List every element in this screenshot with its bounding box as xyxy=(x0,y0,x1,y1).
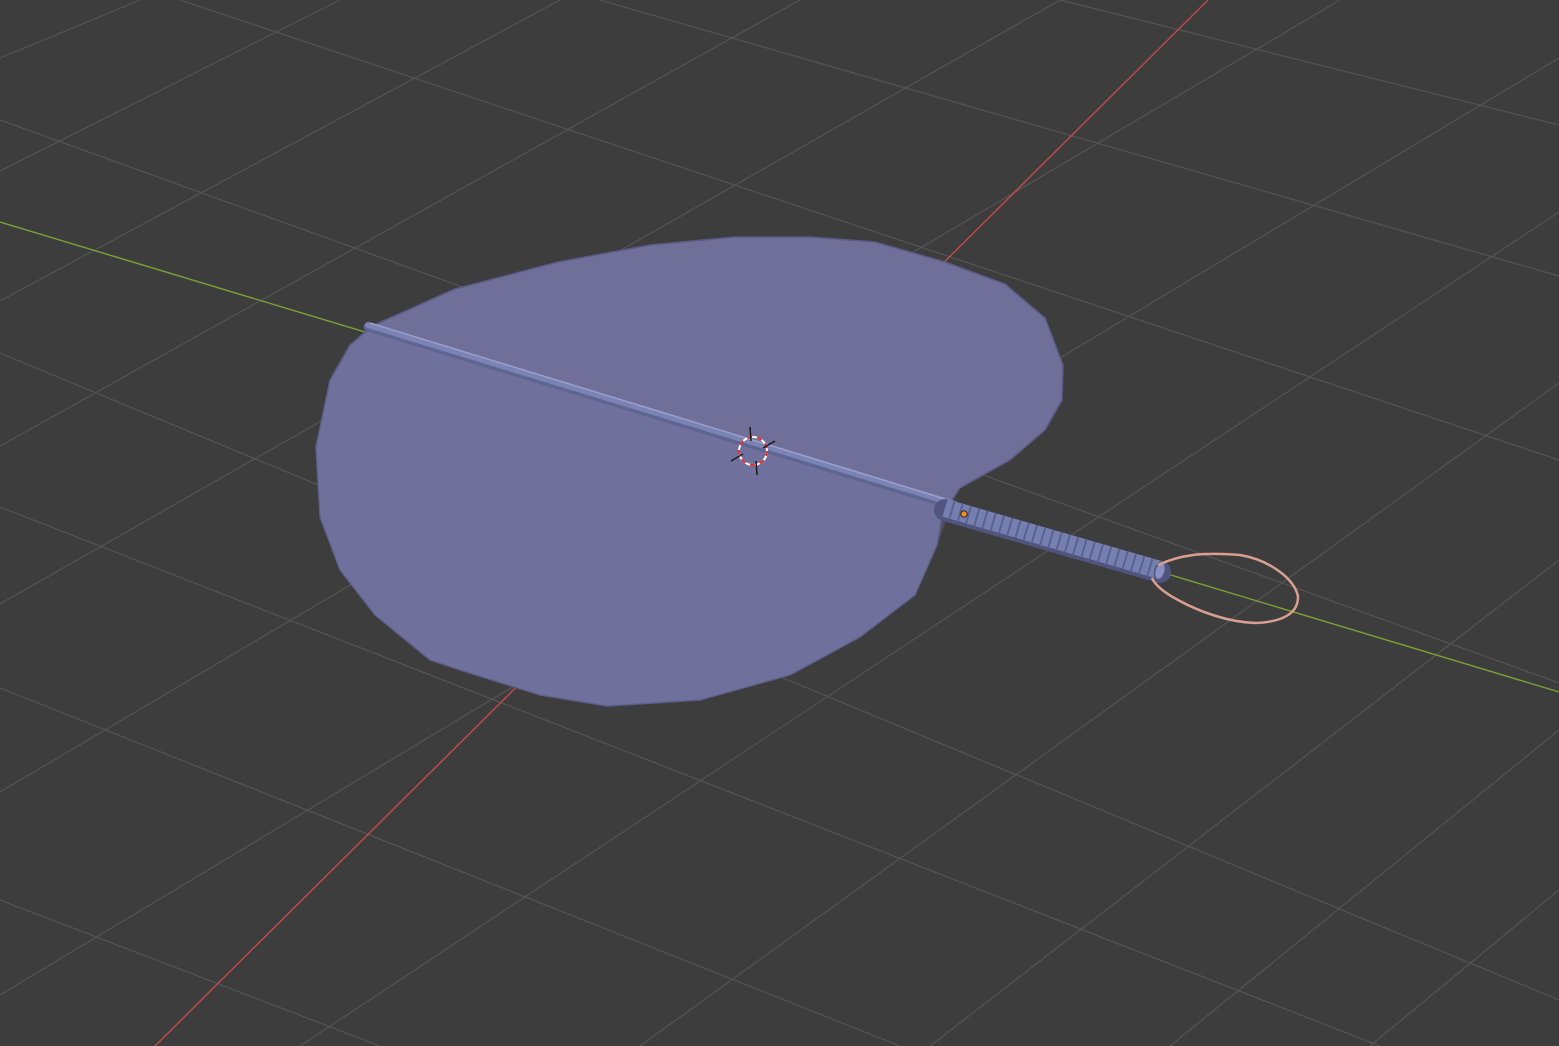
object-origin-icon xyxy=(960,510,968,518)
fan-handle[interactable] xyxy=(934,499,1171,583)
3d-viewport[interactable] xyxy=(0,0,1559,1046)
hanging-loop[interactable] xyxy=(1150,552,1300,625)
